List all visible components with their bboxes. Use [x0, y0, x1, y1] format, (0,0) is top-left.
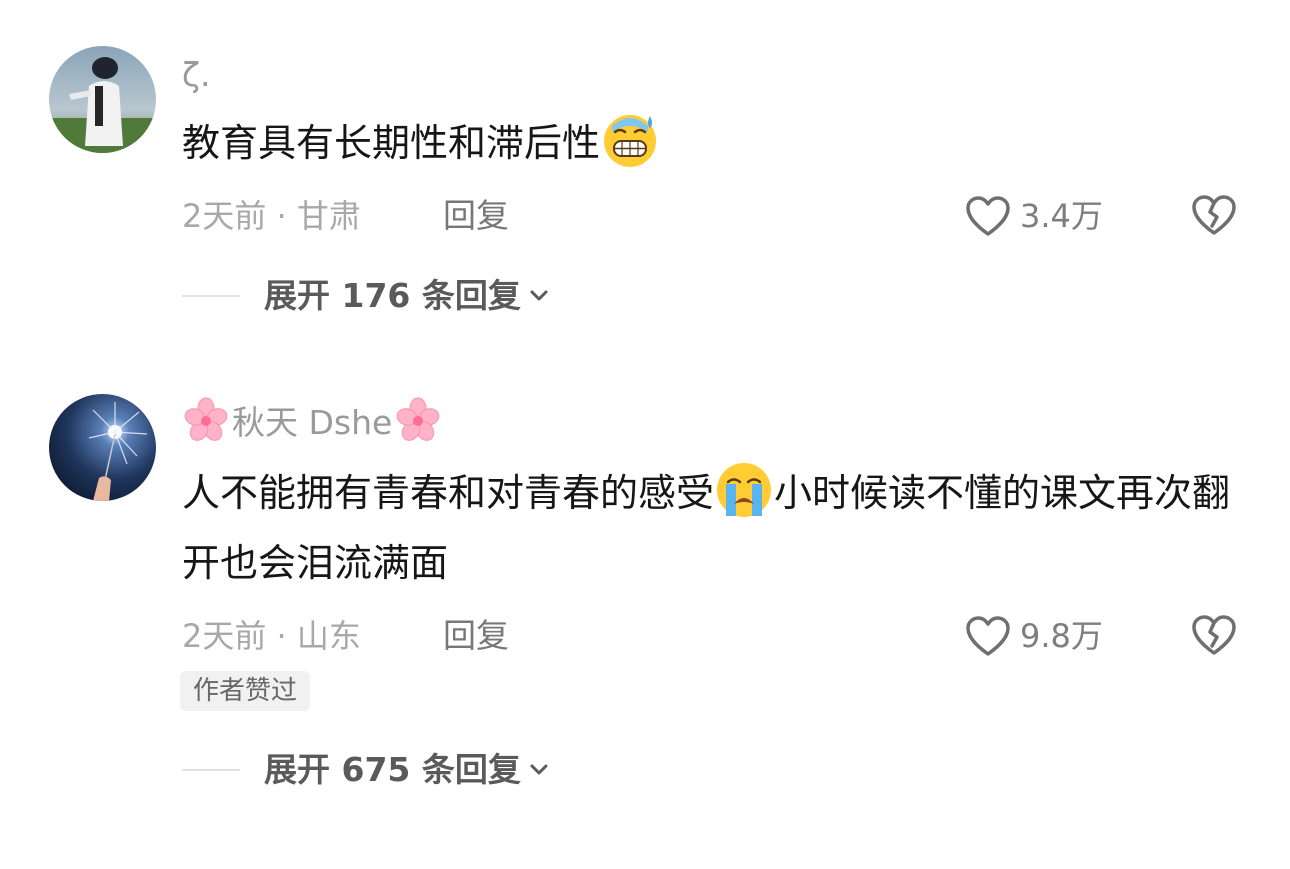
- reply-button[interactable]: 回复: [443, 193, 509, 239]
- username-text: 秋天 Dshe: [232, 403, 393, 442]
- dislike-button[interactable]: [1190, 193, 1238, 239]
- author-liked-badge: 作者赞过: [180, 671, 311, 711]
- comment-time: 2天前: [182, 197, 267, 235]
- heart-outline-icon: [964, 194, 1012, 238]
- expand-replies-label: 展开 675 条回复: [264, 750, 521, 789]
- comment-meta: 2天前 · 山东: [182, 613, 361, 659]
- expand-replies-row: 展开 176 条回复: [182, 273, 553, 319]
- broken-heart-icon: [1190, 613, 1238, 657]
- meta-separator: ·: [266, 617, 297, 655]
- reply-button[interactable]: 回复: [443, 613, 509, 659]
- expand-replies-button[interactable]: 展开 675 条回复: [264, 747, 553, 793]
- comment-meta-row: 2天前 · 山东 回复 9.8万: [182, 613, 1242, 659]
- cherry-blossom-icon: [394, 396, 442, 444]
- divider-line: [182, 295, 240, 297]
- comment-meta: 2天前 · 甘肃: [182, 193, 361, 239]
- heart-outline-icon: [964, 614, 1012, 658]
- cherry-blossom-icon: [182, 396, 230, 444]
- comment-list: ζ. 教育具有长期性和滞后性 2天前 · 甘肃 回复 3.4万 展开 176 条…: [0, 0, 1290, 869]
- avatar[interactable]: [49, 46, 156, 153]
- expand-replies-label: 展开 176 条回复: [264, 276, 521, 315]
- like-count: 3.4万: [1020, 197, 1103, 235]
- username[interactable]: ζ.: [182, 55, 210, 94]
- like-button[interactable]: 3.4万: [964, 193, 1103, 239]
- comment-location: 甘肃: [296, 197, 361, 235]
- expand-replies-button[interactable]: 展开 176 条回复: [264, 273, 553, 319]
- comment-text: 人不能拥有青春和对青春的感受 小时候读不懂的课文再次翻开也会泪流满面: [182, 458, 1242, 598]
- dislike-button[interactable]: [1190, 613, 1238, 659]
- broken-heart-icon: [1190, 193, 1238, 237]
- comment-body-part-1: 人不能拥有青春和对青春的感受: [182, 471, 715, 515]
- meta-separator: ·: [266, 197, 297, 235]
- comment-meta-row: 2天前 · 甘肃 回复 3.4万: [182, 193, 1242, 239]
- like-count: 9.8万: [1020, 617, 1103, 655]
- grimacing-sweat-emoji: [600, 110, 660, 170]
- chevron-down-icon: [521, 282, 553, 310]
- comment-text: 教育具有长期性和滞后性: [182, 108, 1242, 178]
- avatar[interactable]: [49, 394, 156, 501]
- divider-line: [182, 769, 240, 771]
- comment-time: 2天前: [182, 617, 267, 655]
- username-text: ζ.: [182, 55, 211, 94]
- username[interactable]: 秋天 Dshe: [182, 396, 442, 444]
- comment-location: 山东: [296, 617, 361, 655]
- crying-face-emoji: [714, 460, 774, 520]
- comment-body: 教育具有长期性和滞后性: [182, 121, 601, 165]
- chevron-down-icon: [521, 756, 553, 784]
- expand-replies-row: 展开 675 条回复: [182, 747, 553, 793]
- like-button[interactable]: 9.8万: [964, 613, 1103, 659]
